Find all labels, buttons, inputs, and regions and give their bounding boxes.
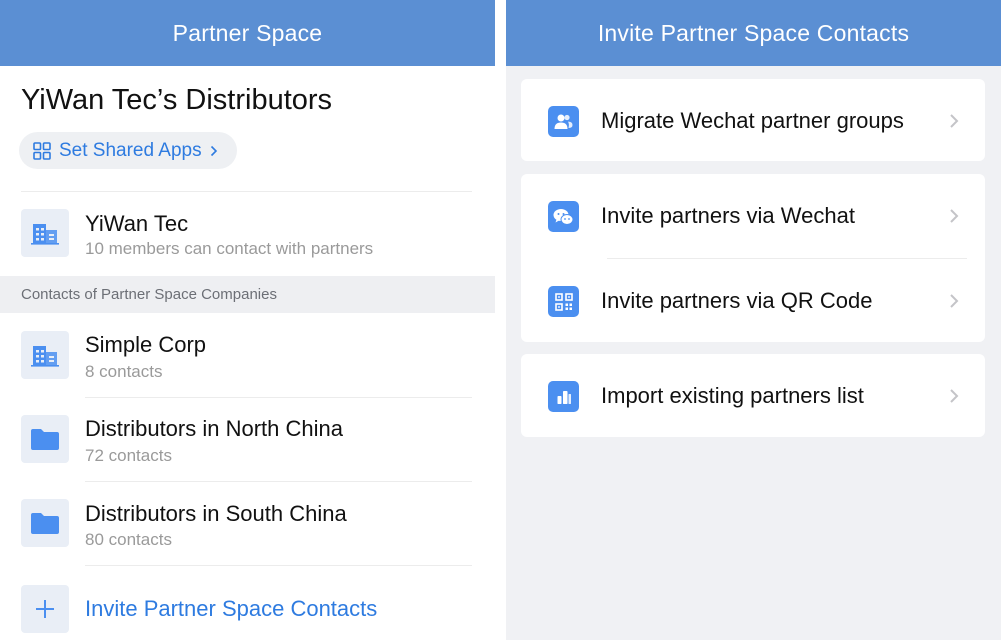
company-name: Distributors in South China	[85, 501, 347, 526]
partner-space-panel: Partner Space YiWan Tec’s Distributors S…	[0, 0, 495, 640]
list-item[interactable]: Simple Corp 8 contacts	[0, 313, 495, 397]
options-card: Invite partners via Wechat Invite partne…	[521, 174, 985, 342]
plus-icon	[21, 585, 69, 633]
set-shared-apps-label: Set Shared Apps	[59, 139, 202, 161]
chevron-right-icon	[950, 294, 959, 308]
option-label: Migrate Wechat partner groups	[601, 108, 904, 133]
list-item[interactable]: Distributors in North China 72 contacts	[0, 398, 495, 482]
folder-icon	[21, 415, 69, 463]
migrate-wechat-groups-option[interactable]: Migrate Wechat partner groups	[521, 80, 985, 160]
org-title: YiWan Tec’s Distributors	[21, 84, 333, 116]
invite-contacts-panel: Invite Partner Space Contacts Migrate We…	[506, 0, 1001, 640]
import-list-icon	[548, 381, 579, 412]
chevron-right-icon	[950, 209, 959, 223]
chevron-right-icon	[950, 114, 959, 128]
company-subtitle: 72 contacts	[85, 446, 172, 465]
options-card: Import existing partners list	[521, 354, 985, 437]
company-name: YiWan Tec	[85, 211, 189, 236]
list-item[interactable]: Distributors in South China 80 contacts	[0, 482, 495, 566]
nav-title: Invite Partner Space Contacts	[597, 19, 910, 46]
qr-code-icon	[548, 286, 579, 317]
option-label: Invite partners via Wechat	[601, 203, 855, 228]
option-label: Import existing partners list	[601, 383, 864, 408]
grid-icon	[33, 141, 51, 160]
nav-bar: Invite Partner Space Contacts	[506, 0, 1001, 66]
section-header: Contacts of Partner Space Companies	[0, 276, 495, 313]
building-icon	[21, 331, 69, 379]
chevron-right-icon	[210, 145, 217, 156]
company-subtitle: 10 members can contact with partners	[85, 239, 374, 258]
section-header-label: Contacts of Partner Space Companies	[21, 286, 277, 303]
company-name: Distributors in North China	[85, 416, 343, 441]
company-subtitle: 80 contacts	[85, 530, 172, 549]
people-icon	[548, 106, 579, 137]
options-card: Migrate Wechat partner groups	[521, 79, 985, 161]
option-label: Invite partners via QR Code	[601, 288, 873, 313]
wechat-icon	[548, 201, 579, 232]
chevron-right-icon	[950, 389, 959, 403]
own-company-row[interactable]: YiWan Tec 10 members can contact with pa…	[0, 192, 495, 276]
nav-bar: Partner Space	[0, 0, 495, 66]
company-subtitle: 8 contacts	[85, 362, 163, 381]
panel-divider	[495, 0, 506, 640]
invite-via-qr-code-option[interactable]: Invite partners via QR Code	[521, 260, 985, 340]
building-icon	[21, 209, 69, 257]
company-name: Simple Corp	[85, 332, 207, 357]
import-partners-list-option[interactable]: Import existing partners list	[521, 355, 985, 435]
nav-title: Partner Space	[172, 19, 323, 46]
set-shared-apps-button[interactable]: Set Shared Apps	[19, 132, 237, 169]
divider	[607, 258, 967, 259]
invite-via-wechat-option[interactable]: Invite partners via Wechat	[521, 175, 985, 255]
folder-icon	[21, 499, 69, 547]
invite-contacts-link[interactable]: Invite Partner Space Contacts	[85, 596, 377, 622]
